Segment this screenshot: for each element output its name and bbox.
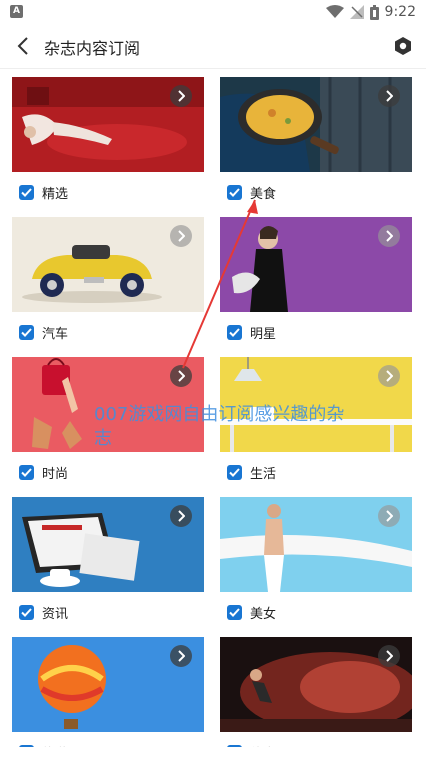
bottom-edge	[0, 747, 426, 761]
annotation-text: 007游戏网自由订阅感兴趣的杂志	[94, 404, 345, 449]
annotation-arrow	[182, 199, 258, 369]
